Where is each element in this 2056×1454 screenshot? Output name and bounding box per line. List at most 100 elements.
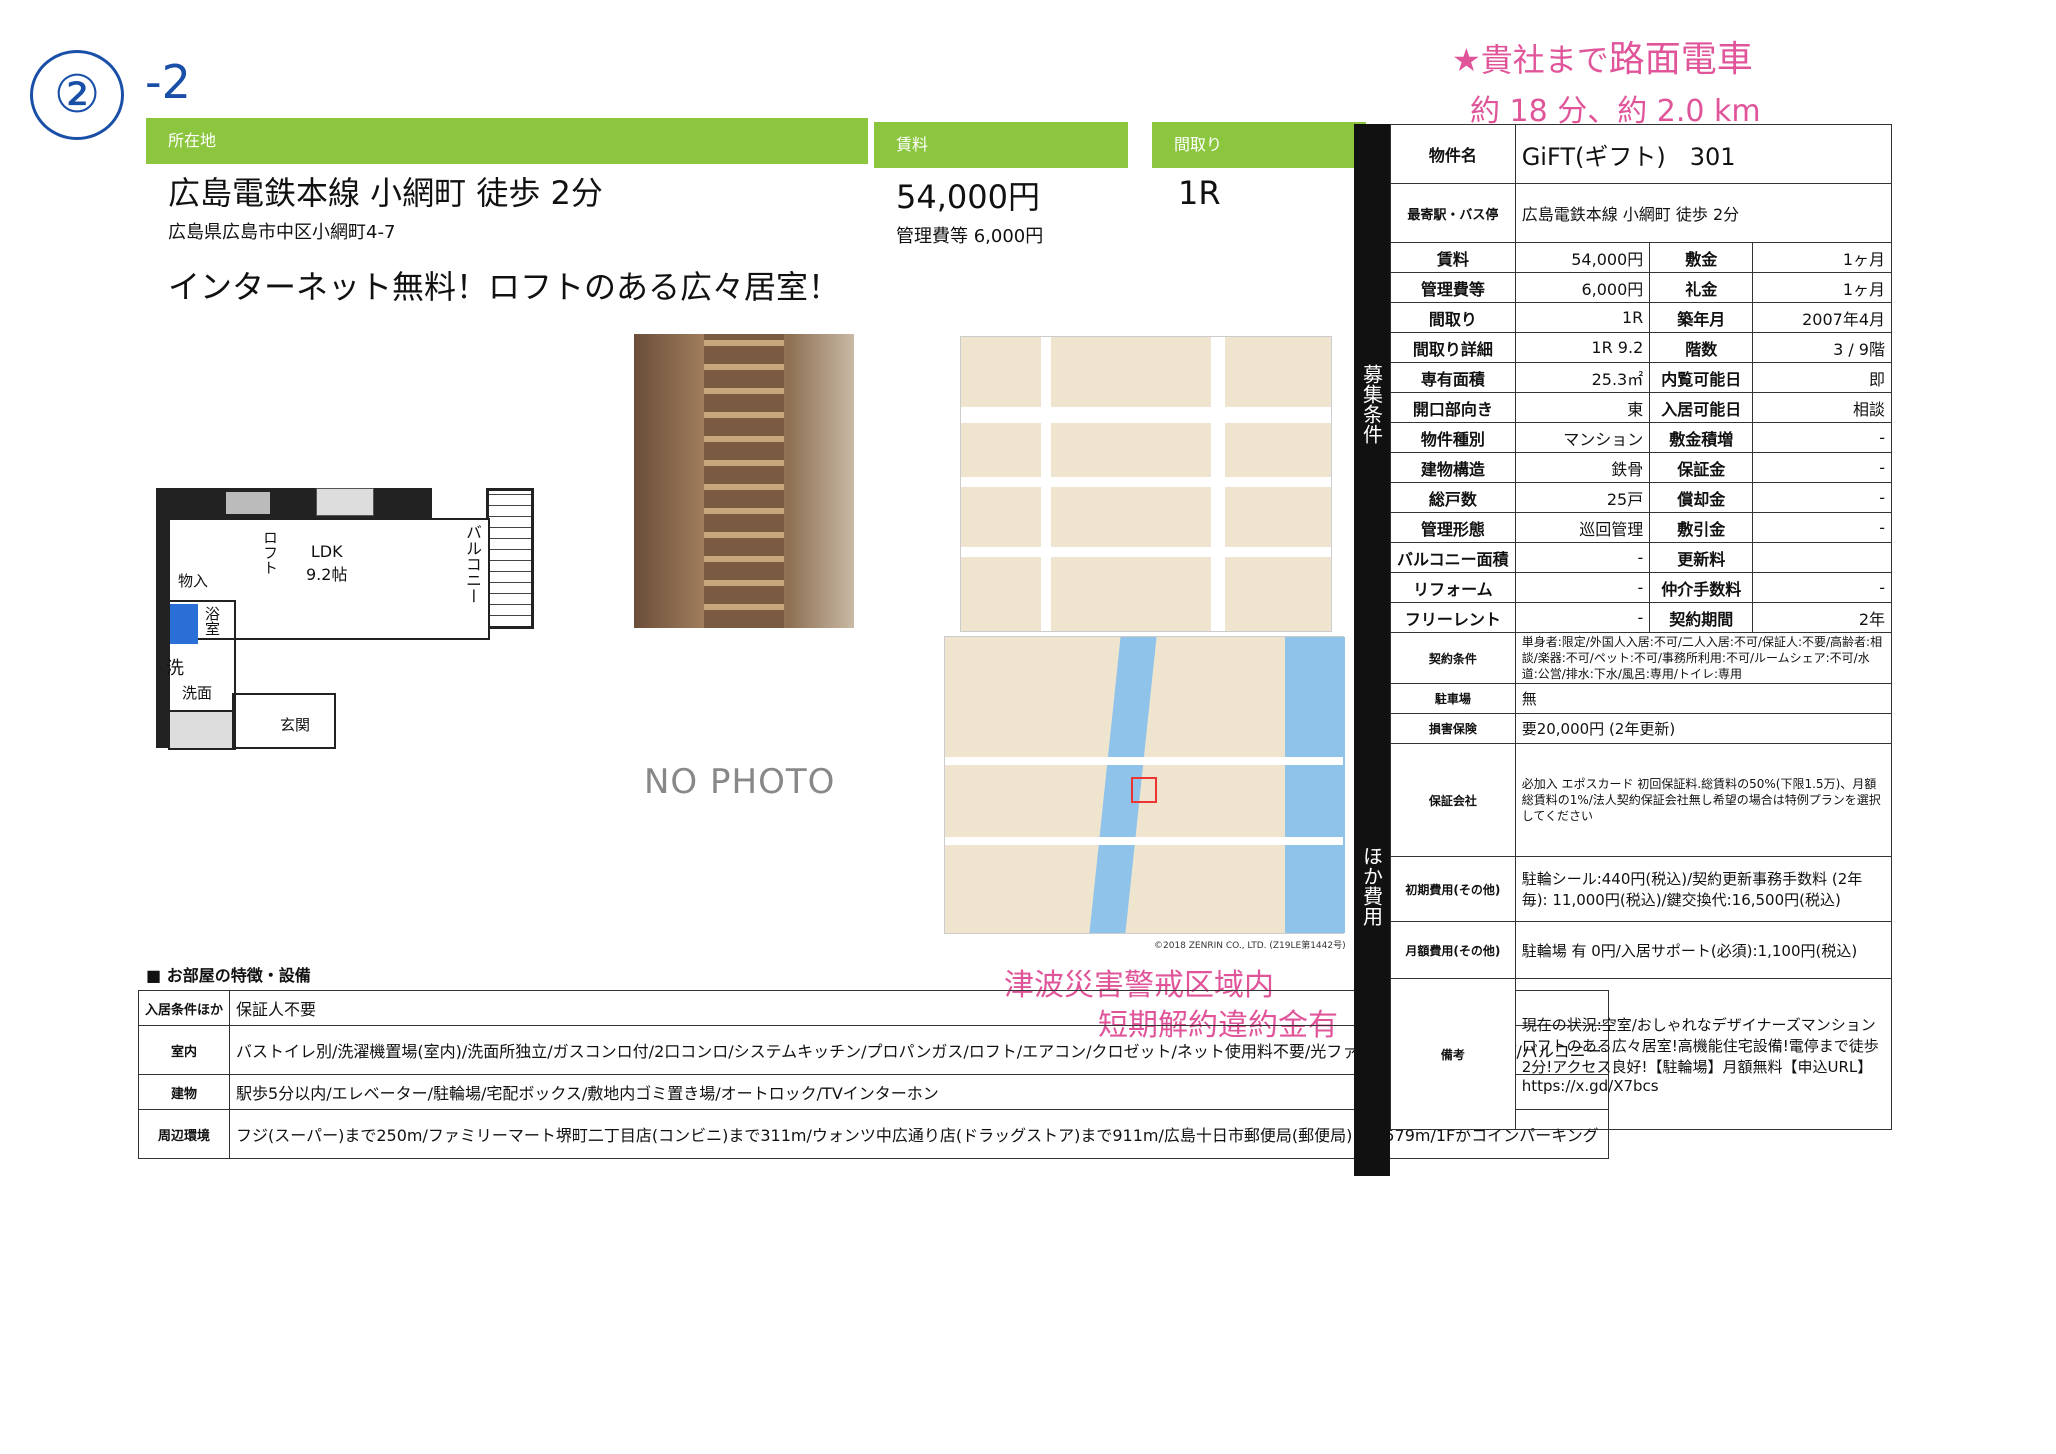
- property-field-value: [1752, 542, 1892, 573]
- property-field-label: 賃料: [1390, 242, 1516, 273]
- property-field-label: バルコニー面積: [1390, 542, 1516, 573]
- name-label: 物件名: [1390, 124, 1516, 184]
- no-photo-text: NO PHOTO: [644, 762, 836, 802]
- property-row: 備考 現在の状況:空室/おしゃれなデザイナーズマンションロフトのある広々居室!高機…: [1390, 978, 1893, 1130]
- floor-plan: LDK 9.2帖 ロフト バルコニー 物入 浴室 洗 洗面 玄関: [156, 488, 534, 750]
- side-other: ほか費用: [1354, 716, 1390, 1176]
- location-label: 所在地: [168, 131, 217, 150]
- property-row: 建物構造 鉄骨 保証金 -: [1390, 452, 1892, 483]
- property-field-value: 東: [1514, 392, 1651, 423]
- property-name: GiFT(ギフト) 301: [1514, 124, 1893, 184]
- rent-bar: 賃料: [874, 122, 1128, 168]
- property-field-value: 3 / 9階: [1752, 332, 1892, 363]
- station-label: 最寄駅・バス停: [1390, 183, 1516, 243]
- property-row: 初期費用(その他) 駐輪シール:440円(税込)/契約更新事務手数料 (2年毎):…: [1390, 856, 1893, 922]
- property-field-label: 専有面積: [1390, 362, 1516, 393]
- property-field-value: 単身者:限定/外国人入居:不可/二人入居:不可/保証人:不要/高齢者:相談/楽器…: [1514, 632, 1893, 684]
- map-area: [944, 636, 1345, 934]
- property-row: 損害保険 要20,000円 (2年更新): [1390, 713, 1893, 744]
- layout-value: 1R: [1178, 174, 1221, 212]
- ldk-size: 9.2帖: [306, 565, 348, 584]
- property-field-label: 契約条件: [1390, 632, 1516, 684]
- layout-bar: 間取り: [1152, 122, 1366, 168]
- floor-bath: 浴室: [203, 606, 221, 636]
- property-field-value: 2007年4月: [1752, 302, 1892, 333]
- sheet-suffix: -2: [145, 55, 191, 109]
- property-field-value: 要20,000円 (2年更新): [1514, 713, 1893, 744]
- note-print: ★貴社まで: [1452, 41, 1609, 79]
- property-row: 賃料 54,000円 敷金 1ヶ月: [1390, 242, 1892, 273]
- property-field-label: 保証金: [1649, 452, 1754, 483]
- note-hand: 路面電車: [1608, 39, 1753, 80]
- property-field-value: -: [1752, 482, 1892, 513]
- property-field-label: リフォーム: [1390, 572, 1516, 603]
- property-field-value: 必加入 エポスカード 初回保証料.総賃料の50%(下限1.5万)、月額総賃料の1…: [1514, 743, 1893, 857]
- property-field-label: 月額費用(その他): [1390, 921, 1516, 979]
- property-field-value: 54,000円: [1514, 242, 1651, 273]
- property-row: 保証会社 必加入 エポスカード 初回保証料.総賃料の50%(下限1.5万)、月額総…: [1390, 743, 1893, 857]
- property-row: 総戸数 25戸 償却金 -: [1390, 482, 1892, 513]
- property-field-label: 開口部向き: [1390, 392, 1516, 423]
- feature-label: 室内: [137, 1025, 231, 1075]
- rent-label: 賃料: [896, 135, 929, 154]
- property-field-label: 建物構造: [1390, 452, 1516, 483]
- property-field-value: 2年: [1752, 602, 1892, 633]
- property-field-label: 間取り: [1390, 302, 1516, 333]
- property-field-value: 1ヶ月: [1752, 242, 1892, 273]
- property-field-label: 入居可能日: [1649, 392, 1754, 423]
- property-field-value: 駐輪場 有 0円/入居サポート(必須):1,100円(税込): [1514, 921, 1893, 979]
- property-row: 駐車場無: [1390, 683, 1893, 714]
- floor-balcony: バルコニー: [460, 524, 484, 604]
- floor-washroom: 洗面: [182, 684, 213, 702]
- property-field-value: 駐輪シール:440円(税込)/契約更新事務手数料 (2年毎): 11,000円(…: [1514, 856, 1893, 922]
- property-field-label: 保証会社: [1390, 743, 1516, 857]
- property-field-value: 現在の状況:空室/おしゃれなデザイナーズマンションロフトのある広々居室!高機能住…: [1514, 978, 1893, 1130]
- rent-value: 54,000円: [896, 178, 1040, 216]
- property-row: 開口部向き東入居可能日 相談: [1390, 392, 1892, 423]
- station-heading: 広島電鉄本線 小網町 徒歩 2分: [168, 174, 603, 212]
- property-field-value: 25.3㎡: [1514, 362, 1651, 393]
- floor-loft: ロフト: [261, 530, 279, 575]
- property-field-value: -: [1514, 572, 1651, 603]
- property-field-value: 無: [1514, 683, 1893, 714]
- floor-ldk: LDK 9.2帖: [306, 542, 347, 585]
- property-field-value: 巡回管理: [1514, 512, 1651, 543]
- property-field-value: マンション: [1514, 422, 1651, 453]
- map-detail: [960, 336, 1332, 632]
- property-field-value: 相談: [1752, 392, 1892, 423]
- property-field-value: 1ヶ月: [1752, 272, 1892, 303]
- station-value: 広島電鉄本線 小網町 徒歩 2分: [1514, 183, 1893, 243]
- property-field-value: 1R: [1514, 302, 1651, 333]
- property-field-value: -: [1752, 452, 1892, 483]
- property-row: リフォーム - 仲介手数料 -: [1390, 572, 1892, 603]
- property-field-label: 備考: [1390, 978, 1516, 1130]
- location-bar: 所在地: [146, 118, 868, 164]
- property-field-label: 駐車場: [1390, 683, 1516, 714]
- building-photo: [634, 334, 854, 628]
- handwritten-note: ★貴社まで路面電車 約 18 分、約 2.0 km: [1452, 30, 1852, 130]
- property-field-label: 更新料: [1649, 542, 1754, 573]
- property-field-label: 初期費用(その他): [1390, 856, 1516, 922]
- property-table: 物件名 GiFT(ギフト) 301 最寄駅・バス停 広島電鉄本線 小網町 徒歩 …: [1390, 124, 1893, 1130]
- property-row: 月額費用(その他) 駐輪場 有 0円/入居サポート(必須):1,100円(税込): [1390, 921, 1893, 979]
- property-row: 間取り 1R 築年月 2007年4月: [1390, 302, 1892, 333]
- property-field-label: 礼金: [1649, 272, 1754, 303]
- feature-label: 周辺環境: [137, 1109, 231, 1159]
- property-field-label: 内覧可能日: [1649, 362, 1754, 393]
- property-row: 契約条件 単身者:限定/外国人入居:不可/二人入居:不可/保証人:不要/高齢者:相…: [1390, 632, 1893, 684]
- property-field-label: 損害保険: [1390, 713, 1516, 744]
- property-field-label: 敷引金: [1649, 512, 1754, 543]
- property-row: フリーレント - 契約期間 2年: [1390, 602, 1892, 633]
- property-field-label: 契約期間: [1649, 602, 1754, 633]
- side-other-label: ほか費用: [1359, 846, 1384, 926]
- floor-entrance: 玄関: [280, 716, 311, 734]
- layout-label: 間取り: [1174, 135, 1223, 154]
- circled-number: ②: [30, 50, 124, 140]
- address: 広島県広島市中区小網町4-7: [168, 222, 396, 243]
- property-row: 専有面積 25.3㎡ 内覧可能日即: [1390, 362, 1892, 393]
- property-field-label: 仲介手数料: [1649, 572, 1754, 603]
- feature-label: 建物: [137, 1074, 231, 1110]
- floor-wash: 洗: [166, 658, 184, 679]
- property-field-label: 管理形態: [1390, 512, 1516, 543]
- property-field-label: 償却金: [1649, 482, 1754, 513]
